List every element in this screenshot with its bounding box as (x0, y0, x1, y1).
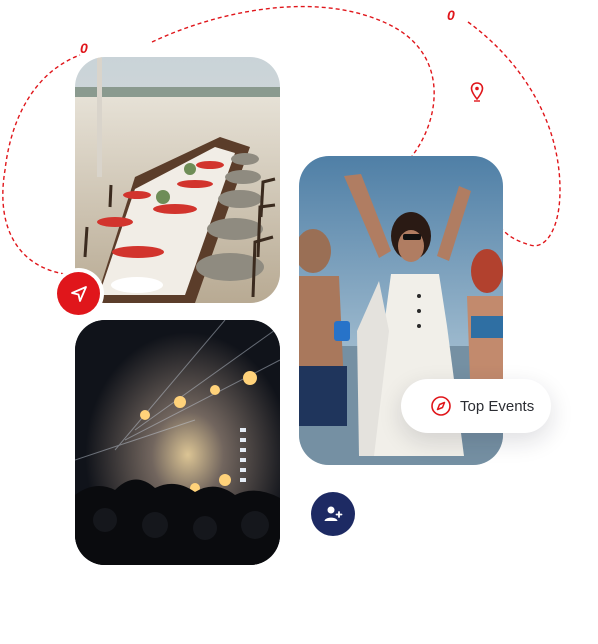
compass-icon (430, 395, 452, 417)
add-user-button[interactable] (311, 492, 355, 536)
location-pin-icon (470, 82, 484, 102)
add-user-icon (324, 506, 343, 521)
send-button[interactable] (57, 272, 100, 315)
send-icon (70, 285, 87, 302)
top-events-label: Top Events (460, 397, 535, 415)
top-events-badge[interactable]: Top Events (401, 379, 551, 433)
route-marker: 0 (80, 40, 88, 56)
route-marker: 0 (447, 7, 455, 23)
beach-dinner-photo (75, 57, 280, 303)
concert-photo (75, 320, 280, 565)
